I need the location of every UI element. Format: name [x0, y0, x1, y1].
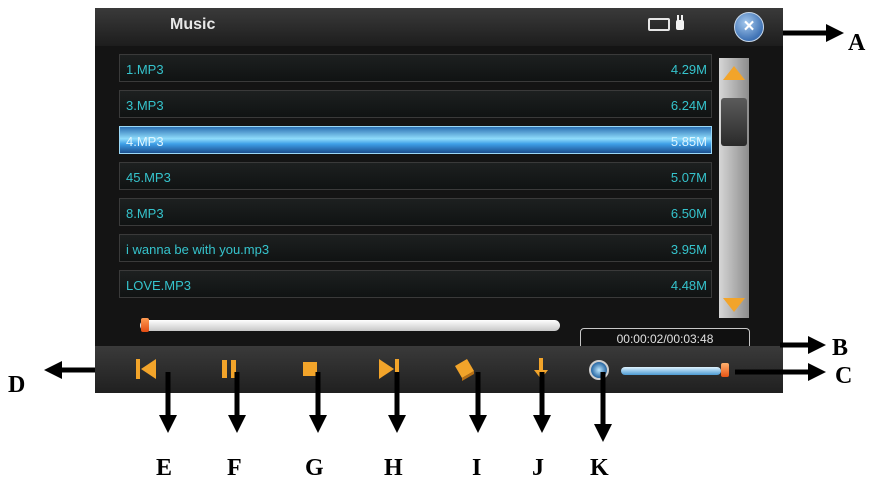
callout-label-g: G [305, 455, 324, 481]
callout-label-a: A [848, 30, 866, 56]
callout-label-k: K [590, 455, 609, 481]
callout-label-h: H [384, 455, 403, 481]
callout-label-b: B [832, 335, 849, 361]
callout-arrows [44, 24, 844, 442]
callout-label-e: E [156, 455, 173, 481]
callout-label-i: I [472, 455, 482, 481]
callout-label-d: D [8, 372, 26, 398]
callout-label-f: F [227, 455, 242, 481]
callout-label-c: C [835, 363, 853, 389]
callout-label-j: J [532, 455, 544, 481]
